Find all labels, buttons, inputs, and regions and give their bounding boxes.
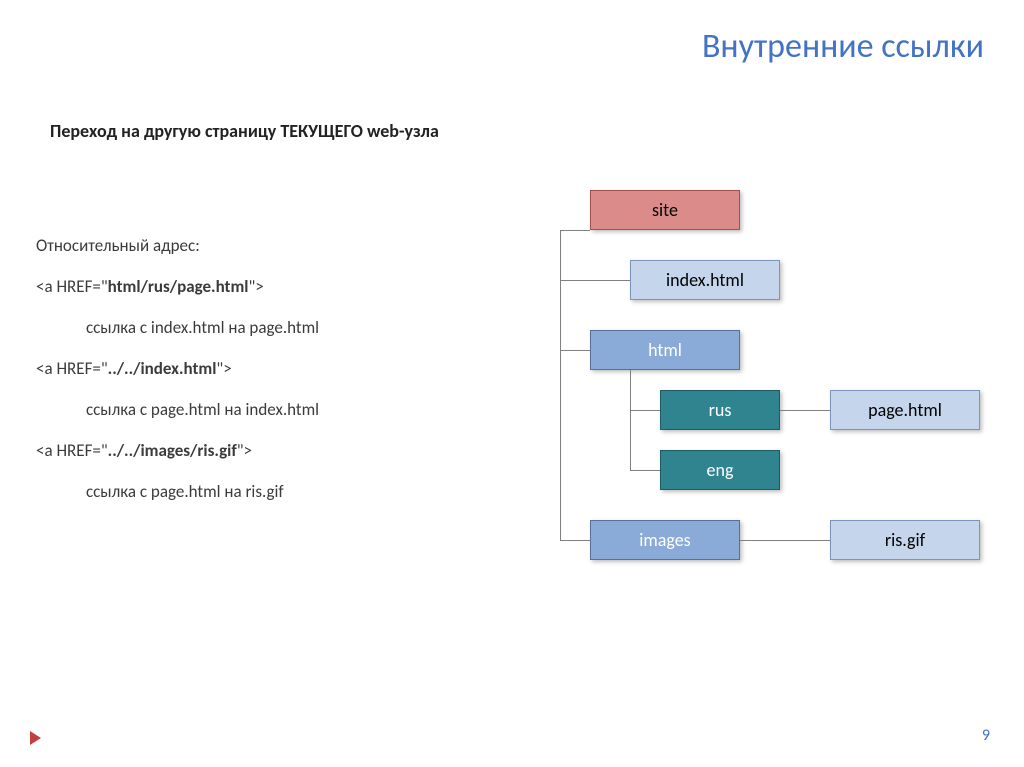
code-suffix: "> — [216, 358, 231, 379]
code-suffix: "> — [237, 440, 252, 461]
connector — [560, 350, 590, 351]
connector — [740, 540, 830, 541]
code-prefix: <a HREF=" — [36, 440, 108, 461]
node-page-html: page.html — [830, 390, 980, 430]
node-rus: rus — [660, 390, 780, 430]
code-prefix: <a HREF=" — [36, 358, 108, 379]
node-ris-gif: ris.gif — [830, 520, 980, 560]
page-number: 9 — [982, 726, 990, 745]
example-2-code: <a HREF="../../index.html"> — [36, 358, 496, 381]
node-eng: eng — [660, 450, 780, 490]
node-html: html — [590, 330, 740, 370]
code-path: ../../images/ris.gif — [108, 440, 237, 461]
example-1-code: <a HREF="html/rus/page.html"> — [36, 276, 496, 299]
example-2-caption: ссылка с page.html на index.html — [36, 399, 496, 422]
connector — [630, 470, 660, 471]
connector — [780, 410, 830, 411]
code-prefix: <a HREF=" — [36, 276, 108, 297]
example-1-caption: ссылка с index.html на page.html — [36, 317, 496, 340]
example-3-code: <a HREF="../../images/ris.gif"> — [36, 440, 496, 463]
connector — [630, 370, 631, 470]
code-path: ../../index.html — [108, 358, 217, 379]
subtitle: Переход на другую страницу ТЕКУЩЕГО web-… — [50, 120, 439, 142]
code-suffix: "> — [248, 276, 263, 297]
footer-arrow-icon — [30, 731, 41, 745]
explanation-block: Относительный адрес: <a HREF="html/rus/p… — [36, 235, 496, 522]
node-site: site — [590, 190, 740, 230]
connector — [630, 410, 660, 411]
site-tree-diagram: site index.html html rus page.html eng i… — [500, 190, 1000, 610]
code-path: html/rus/page.html — [108, 276, 249, 297]
page-title: Внутренние ссылки — [702, 26, 984, 67]
node-index-html: index.html — [630, 260, 780, 300]
connector — [560, 230, 561, 540]
slide: Внутренние ссылки Переход на другую стра… — [0, 0, 1024, 767]
connector — [560, 540, 590, 541]
connector — [560, 230, 590, 231]
node-images: images — [590, 520, 740, 560]
connector — [560, 280, 630, 281]
example-3-caption: ссылка с page.html на ris.gif — [36, 481, 496, 504]
relative-address-label: Относительный адрес: — [36, 235, 496, 258]
